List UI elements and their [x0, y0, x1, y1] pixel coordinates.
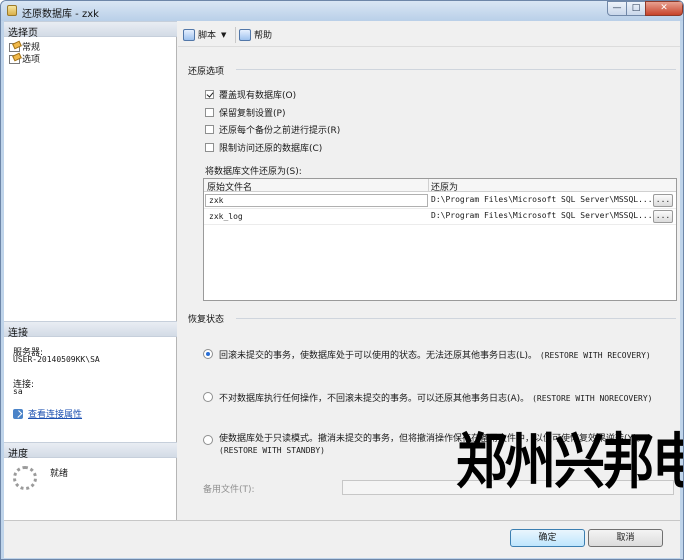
table-row[interactable]: zxk D:\Program Files\Microsoft SQL Serve… [204, 193, 676, 209]
properties-icon [13, 408, 23, 419]
minimize-button[interactable]: — [607, 1, 627, 16]
watermark-overlay: 郑州兴邦电子 [456, 428, 683, 498]
page-item-label: 选项 [22, 55, 41, 65]
browse-button[interactable]: ... [653, 210, 673, 223]
preserve-replication-checkbox[interactable] [205, 108, 214, 117]
prompt-before-restore-checkbox-row[interactable]: 还原每个备份之前进行提示(R) [205, 123, 340, 136]
checkbox-label: 限制访问还原的数据库(C) [219, 144, 323, 154]
radio-mode: (RESTORE WITH STANDBY) [219, 446, 325, 455]
connection-value: sa [13, 387, 23, 396]
help-icon [239, 28, 251, 41]
restore-files-table: 原始文件名 还原为 zxk D:\Program Files\Microsoft… [203, 178, 677, 301]
script-label: 脚本 [198, 31, 217, 41]
help-button[interactable]: 帮助 [239, 28, 272, 41]
preserve-replication-checkbox-row[interactable]: 保留复制设置(P) [205, 106, 285, 119]
norecovery-option-row[interactable]: 不对数据库执行任何操作，不回滚未提交的事务。可以还原其他事务日志(A)。 (RE… [203, 391, 652, 404]
view-connection-properties-label[interactable]: 查看连接属性 [28, 407, 82, 420]
restrict-access-checkbox[interactable] [205, 143, 214, 152]
ok-button[interactable]: 确定 [510, 529, 585, 547]
restore-with-standby-radio[interactable] [203, 435, 213, 445]
overwrite-checkbox-row[interactable]: 覆盖现有数据库(O) [205, 88, 296, 101]
restore-as-cell[interactable]: D:\Program Files\Microsoft SQL Server\MS… [431, 195, 651, 204]
browse-button[interactable]: ... [653, 194, 673, 207]
page-item-options[interactable]: 选项 [9, 52, 40, 65]
select-page-header: 选择页 [4, 21, 177, 39]
overwrite-checkbox[interactable] [205, 90, 214, 99]
column-divider[interactable] [428, 179, 429, 192]
progress-header: 进度 [4, 442, 177, 460]
radio-mode: (RESTORE WITH RECOVERY) [539, 351, 651, 360]
restrict-access-checkbox-row[interactable]: 限制访问还原的数据库(C) [205, 141, 322, 154]
checkbox-label: 保留复制设置(P) [219, 109, 286, 119]
table-header: 原始文件名 还原为 [204, 179, 676, 193]
recovery-option-row[interactable]: 回滚未提交的事务，使数据库处于可以使用的状态。无法还原其他事务日志(L)。 (R… [203, 348, 651, 361]
restore-with-recovery-radio[interactable] [203, 349, 213, 359]
group-divider [236, 318, 676, 319]
left-pane: 选择页 常规 选项 连接 服务器: USER-20140509KK\SA 连接:… [4, 21, 177, 520]
toolbar: 脚本 ▼ 帮助 [178, 23, 680, 47]
radio-label: 不对数据库执行任何操作，不回滚未提交的事务。可以还原其他事务日志(A)。 [219, 394, 530, 404]
restore-files-label: 将数据库文件还原为(S): [205, 167, 302, 177]
table-row[interactable]: zxk_log D:\Program Files\Microsoft SQL S… [204, 209, 676, 225]
restore-with-norecovery-radio[interactable] [203, 392, 213, 402]
prompt-before-restore-checkbox[interactable] [205, 125, 214, 134]
window-title: 还原数据库 - zxk [22, 9, 99, 20]
original-filename-cell[interactable]: zxk_log [205, 210, 428, 223]
connection-header: 连接 [4, 321, 177, 339]
server-value: USER-20140509KK\SA [13, 355, 100, 364]
database-icon [7, 5, 17, 16]
standby-file-label: 备用文件(T): [203, 485, 255, 495]
group-divider [236, 69, 676, 70]
script-icon [183, 28, 195, 41]
progress-status: 就绪 [50, 469, 69, 479]
column-original-filename[interactable]: 原始文件名 [207, 180, 252, 193]
page-icon [9, 42, 20, 52]
progress-spinner-icon [13, 466, 37, 490]
recovery-state-title: 恢复状态 [188, 315, 225, 325]
script-button[interactable]: 脚本 ▼ [183, 28, 226, 41]
toolbar-divider [235, 27, 236, 43]
checkbox-label: 覆盖现有数据库(O) [219, 91, 297, 101]
radio-mode: (RESTORE WITH NORECOVERY) [532, 394, 653, 403]
restore-as-cell[interactable]: D:\Program Files\Microsoft SQL Server\MS… [431, 211, 651, 220]
cancel-button[interactable]: 取消 [588, 529, 663, 547]
checkbox-label: 还原每个备份之前进行提示(R) [219, 126, 341, 136]
help-label: 帮助 [254, 31, 273, 41]
restore-database-window: 还原数据库 - zxk — □ ✕ 选择页 常规 选项 连接 服务器: USER… [0, 0, 684, 560]
close-button[interactable]: ✕ [645, 1, 683, 16]
maximize-button[interactable]: □ [626, 1, 646, 16]
radio-label: 回滚未提交的事务，使数据库处于可以使用的状态。无法还原其他事务日志(L)。 [219, 351, 538, 361]
title-bar[interactable]: 还原数据库 - zxk — □ ✕ [1, 1, 683, 21]
chevron-down-icon[interactable]: ▼ [221, 31, 226, 39]
page-icon [9, 54, 20, 64]
original-filename-cell[interactable]: zxk [205, 194, 428, 207]
column-restore-as[interactable]: 还原为 [431, 180, 458, 193]
view-connection-properties-link[interactable]: 查看连接属性 [13, 407, 82, 420]
restore-options-title: 还原选项 [188, 67, 225, 77]
